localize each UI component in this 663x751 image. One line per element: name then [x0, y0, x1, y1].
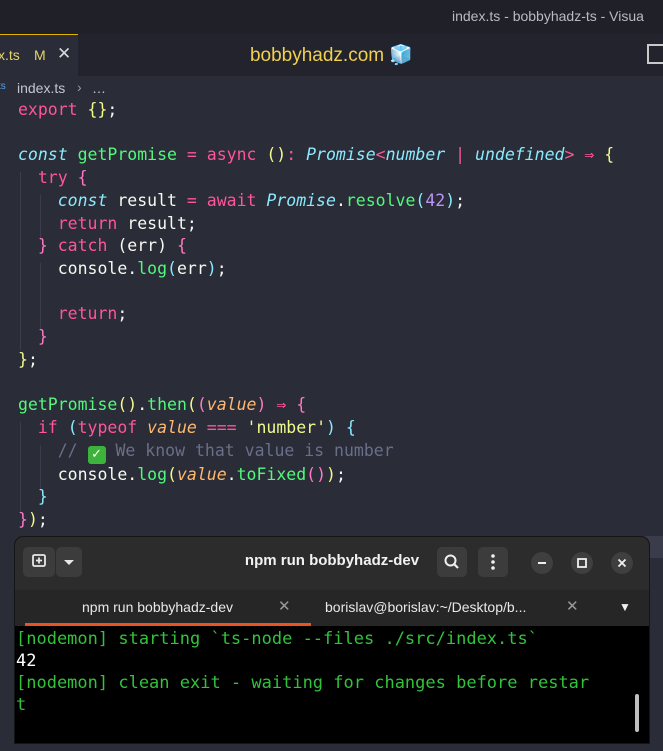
- search-icon: [444, 554, 459, 569]
- minimize-icon: [538, 562, 546, 564]
- terminal-scrollbar[interactable]: [635, 694, 639, 732]
- output-line: 42: [16, 651, 37, 671]
- code-line: return;: [57, 304, 128, 324]
- terminal-tab-label: npm run bobbyhadz-dev: [82, 599, 233, 615]
- menu-button[interactable]: [478, 547, 508, 577]
- check-mark-icon: ✓: [87, 445, 106, 464]
- terminal-tab-active[interactable]: npm run bobbyhadz-dev ✕: [25, 590, 311, 626]
- code-line: try {: [37, 168, 88, 188]
- code-line: }: [37, 327, 48, 347]
- close-icon: [617, 558, 627, 568]
- breadcrumb-file[interactable]: index.ts: [17, 80, 65, 96]
- maximize-button[interactable]: [571, 552, 593, 574]
- code-line: if (typeof value === 'number') {: [37, 417, 356, 437]
- code-line: };: [18, 349, 38, 369]
- output-line: [nodemon] clean exit - waiting for chang…: [16, 673, 590, 693]
- code-line: const getPromise = async (): Promise<num…: [18, 145, 615, 165]
- active-tab-indicator: [25, 623, 311, 626]
- code-line: console.log(err);: [57, 258, 227, 278]
- terminal-tab-bar: npm run bobbyhadz-dev ✕ borislav@borisla…: [15, 590, 649, 626]
- watermark-title: bobbyhadz.com 🧊: [249, 45, 414, 66]
- output-line: [nodemon] starting `ts-node --files ./sr…: [16, 629, 538, 649]
- terminal-title: npm run bobbyhadz-dev: [244, 552, 420, 569]
- code-line: getPromise().then((value) ⇒ {: [18, 395, 307, 415]
- breadcrumb-symbols[interactable]: …: [92, 80, 106, 96]
- split-editor-icon[interactable]: [647, 44, 663, 64]
- title-bar: index.ts - bobbyhadz-ts - Visua: [0, 0, 663, 34]
- tab-close-icon[interactable]: ✕: [566, 597, 579, 615]
- code-line: console.log(value.toFixed());: [57, 464, 346, 484]
- maximize-icon: [577, 558, 587, 568]
- tab-close-icon[interactable]: ✕: [278, 597, 291, 615]
- terminal-header: npm run bobbyhadz-dev: [15, 537, 649, 590]
- terminal-window: npm run bobbyhadz-dev npm run bobbyhadz-…: [15, 537, 649, 743]
- breadcrumb-separator: ›: [77, 79, 82, 95]
- breadcrumb: ts index.ts › …: [0, 76, 663, 100]
- terminal-tab[interactable]: borislav@borislav:~/Desktop/b... ✕: [311, 590, 591, 626]
- output-line: t: [16, 695, 27, 715]
- minimize-button[interactable]: [531, 552, 553, 574]
- code-line: // ✓ We know that value is number: [57, 440, 394, 464]
- code-line: } catch (err) {: [37, 236, 187, 256]
- tabs-menu-icon[interactable]: ▼: [619, 600, 631, 614]
- code-line: }: [37, 487, 48, 507]
- close-button[interactable]: [611, 552, 633, 574]
- code-line: const result = await Promise.resolve(42)…: [57, 190, 466, 210]
- search-button[interactable]: [437, 547, 467, 577]
- code-editor[interactable]: export {}; const getPromise = async (): …: [18, 99, 614, 532]
- code-line: export {};: [18, 100, 118, 119]
- editor-tab-bar: x.ts M ✕ bobbyhadz.com 🧊: [0, 34, 663, 76]
- code-line: return result;: [57, 213, 197, 233]
- window-title: index.ts - bobbyhadz-ts - Visua: [452, 8, 644, 24]
- terminal-output[interactable]: [nodemon] starting `ts-node --files ./sr…: [16, 628, 589, 716]
- code-line: });: [18, 509, 48, 529]
- typescript-file-icon: ts: [0, 81, 6, 92]
- terminal-tab-label: borislav@borislav:~/Desktop/b...: [325, 599, 527, 615]
- kebab-menu-icon: [491, 554, 495, 570]
